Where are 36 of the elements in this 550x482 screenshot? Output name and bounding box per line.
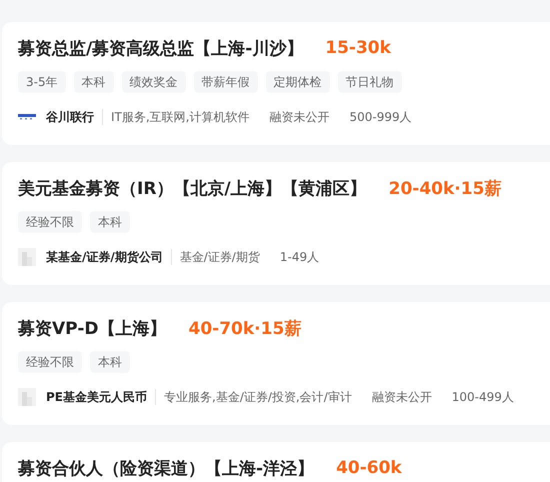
job-tag: 经验不限 <box>18 211 82 233</box>
salary: 40-70k·15薪 <box>188 318 302 340</box>
company-info: 1-49人 <box>280 248 320 266</box>
job-card[interactable]: 美元基金募资（IR）【北京/上海】【黄浦区】 20-40k·15薪 经验不限 本科 某基金/证券/期货公司 基金/证券/期货 1-49人 <box>2 162 550 285</box>
job-tag: 本科 <box>74 71 114 93</box>
job-title[interactable]: 募资VP-D【上海】 <box>18 316 166 340</box>
job-tag: 本科 <box>90 351 130 373</box>
job-card[interactable]: 募资合伙人（险资渠道）【上海-洋泾】 40-60k <box>2 442 550 482</box>
salary: 20-40k·15薪 <box>388 178 502 200</box>
salary: 15-30k <box>325 38 391 58</box>
job-card[interactable]: 募资VP-D【上海】 40-70k·15薪 经验不限 本科 PE基金美元人民币 专业服务,基金/证券/投资,会计/审计 融资未公开 100-499人 <box>2 302 550 425</box>
company-info: IT服务,互联网,计算机软件 <box>111 108 250 126</box>
company-logo-icon <box>18 114 36 120</box>
company-name[interactable]: 某基金/证券/期货公司 <box>46 248 163 266</box>
company-name[interactable]: 谷川联行 <box>46 108 94 126</box>
job-title[interactable]: 美元基金募资（IR）【北京/上海】【黄浦区】 <box>18 176 367 200</box>
building-icon <box>18 248 36 266</box>
job-title[interactable]: 募资合伙人（险资渠道）【上海-洋泾】 <box>18 456 314 480</box>
job-tag: 经验不限 <box>18 351 82 373</box>
company-info: 专业服务,基金/证券/投资,会计/审计 <box>164 388 352 406</box>
job-tag: 3-5年 <box>18 71 66 93</box>
company-name[interactable]: PE基金美元人民币 <box>46 388 147 406</box>
company-info: 500-999人 <box>350 108 412 126</box>
building-icon <box>18 388 36 406</box>
job-tag: 本科 <box>90 211 130 233</box>
job-card[interactable]: 募资总监/募资高级总监【上海-川沙】 15-30k 3-5年 本科 绩效奖金 带薪年假 定期体检 节日礼物 谷川联行 IT服务,互联网,计算机软件 融资未公开 500-999人 <box>2 22 550 145</box>
job-tag: 定期体检 <box>266 71 330 93</box>
company-info: 融资未公开 <box>270 108 330 126</box>
job-title[interactable]: 募资总监/募资高级总监【上海-川沙】 <box>18 36 304 60</box>
job-tag: 节日礼物 <box>338 71 402 93</box>
company-info: 融资未公开 <box>372 388 432 406</box>
salary: 40-60k <box>336 458 402 478</box>
company-info: 基金/证券/期货 <box>180 248 260 266</box>
job-tag: 带薪年假 <box>194 71 258 93</box>
job-tag: 绩效奖金 <box>122 71 186 93</box>
company-info: 100-499人 <box>452 388 514 406</box>
